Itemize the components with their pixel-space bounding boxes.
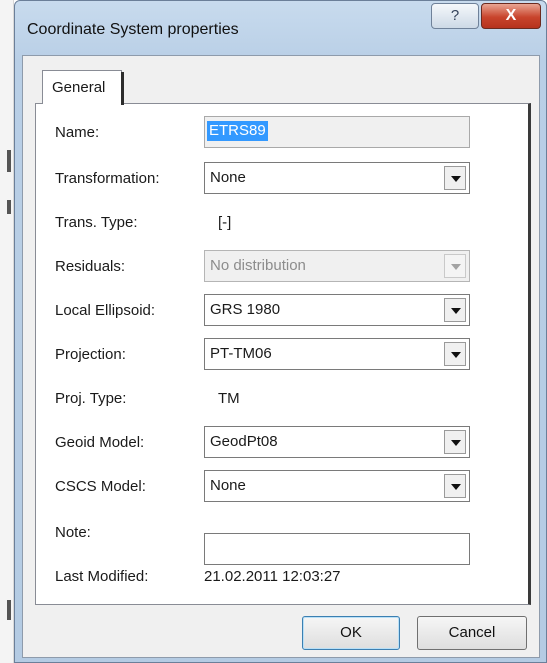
geoid-model-dropdown[interactable]: GeodPt08 <box>204 426 470 458</box>
window-title: Coordinate System properties <box>27 21 239 38</box>
local-ellipsoid-value: GRS 1980 <box>210 301 281 318</box>
residuals-label: Residuals: <box>55 258 126 275</box>
chevron-down-icon[interactable] <box>444 430 466 454</box>
transformation-label: Transformation: <box>55 170 160 187</box>
help-button[interactable]: ? <box>431 3 479 29</box>
chevron-down-icon[interactable] <box>444 342 466 366</box>
background-edge-mark <box>7 600 11 620</box>
dialog-body: General Name: ETRS89 Transformation: Non… <box>22 55 540 658</box>
transformation-value: None <box>210 169 246 186</box>
cancel-button-label: Cancel <box>448 624 496 641</box>
projection-value: PT-TM06 <box>210 345 272 362</box>
proj-type-value: TM <box>218 390 240 407</box>
name-field[interactable]: ETRS89 <box>204 116 470 148</box>
coordinate-system-dialog: Coordinate System properties ? X General… <box>14 0 547 663</box>
chevron-down-icon[interactable] <box>444 474 466 498</box>
name-selected-text: ETRS89 <box>207 121 268 141</box>
background-edge-mark <box>7 200 11 214</box>
projection-dropdown[interactable]: PT-TM06 <box>204 338 470 370</box>
close-button[interactable]: X <box>481 3 541 29</box>
residuals-value: No distribution <box>210 257 306 274</box>
background-window-edge <box>0 0 14 663</box>
cscs-model-value: None <box>210 477 246 494</box>
local-ellipsoid-label: Local Ellipsoid: <box>55 302 156 319</box>
cscs-model-label: CSCS Model: <box>55 478 146 495</box>
name-label: Name: <box>55 124 100 141</box>
note-label: Note: <box>55 524 91 541</box>
local-ellipsoid-dropdown[interactable]: GRS 1980 <box>204 294 470 326</box>
residuals-dropdown: No distribution <box>204 250 470 282</box>
ok-button[interactable]: OK <box>302 616 400 650</box>
chevron-down-icon[interactable] <box>444 166 466 190</box>
trans-type-label: Trans. Type: <box>55 214 138 231</box>
note-field[interactable] <box>204 533 470 565</box>
tab-general-label: General <box>52 79 106 96</box>
general-tab-panel: Name: ETRS89 Transformation: None Trans.… <box>35 103 531 605</box>
chevron-down-icon <box>444 254 466 278</box>
last-modified-label: Last Modified: <box>55 568 149 585</box>
title-bar[interactable]: Coordinate System properties ? X <box>15 1 546 55</box>
geoid-model-value: GeodPt08 <box>210 433 278 450</box>
geoid-model-label: Geoid Model: <box>55 434 145 451</box>
trans-type-value: [-] <box>218 214 232 231</box>
cancel-button[interactable]: Cancel <box>417 616 527 650</box>
last-modified-value: 21.02.2011 12:03:27 <box>204 568 341 585</box>
transformation-dropdown[interactable]: None <box>204 162 470 194</box>
chevron-down-icon[interactable] <box>444 298 466 322</box>
proj-type-label: Proj. Type: <box>55 390 127 407</box>
tab-shadow <box>121 72 124 105</box>
help-icon: ? <box>450 7 460 24</box>
ok-button-label: OK <box>340 624 362 641</box>
tab-general[interactable]: General <box>42 70 122 104</box>
close-icon: X <box>505 7 517 24</box>
cscs-model-dropdown[interactable]: None <box>204 470 470 502</box>
background-edge-mark <box>7 150 11 172</box>
projection-label: Projection: <box>55 346 126 363</box>
